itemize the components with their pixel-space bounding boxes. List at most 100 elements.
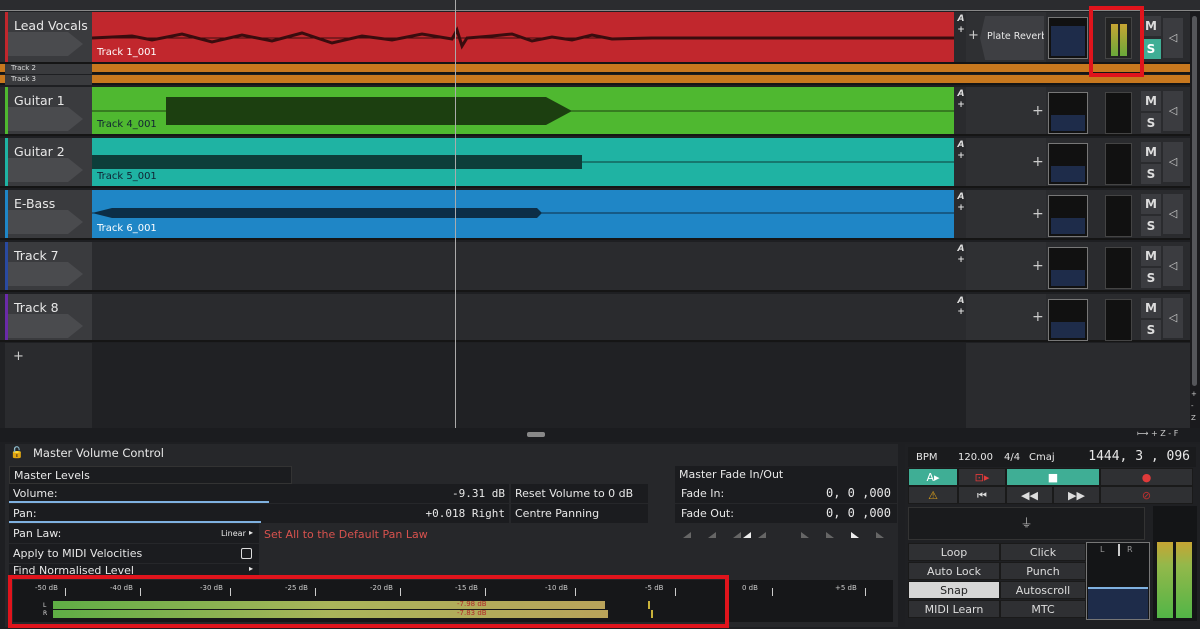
zoom-in-button[interactable]: +: [1191, 390, 1197, 398]
punch-record-icon[interactable]: ⊘: [1100, 486, 1193, 504]
zoom-controls[interactable]: ⟼ + Z - F: [1137, 429, 1178, 438]
fade-out-value[interactable]: 0, 0 ,000: [826, 506, 891, 520]
play-automation-button[interactable]: A▸: [908, 468, 958, 486]
zoom-plus-button[interactable]: +: [1151, 429, 1158, 438]
position-display[interactable]: 1444, 3 , 096: [1088, 449, 1190, 464]
transport-option-autoscroll[interactable]: Autoscroll: [1000, 581, 1086, 599]
speaker-icon[interactable]: ◁: [1163, 91, 1183, 131]
apply-midi-row[interactable]: Apply to MIDI Velocities: [9, 544, 259, 563]
apply-midi-checkbox[interactable]: [241, 548, 252, 559]
solo-button[interactable]: S: [1141, 164, 1161, 184]
solo-button[interactable]: S: [1141, 39, 1161, 59]
volume-row[interactable]: Volume: -9.31 dB: [9, 484, 509, 503]
audio-clip[interactable]: Track 5_001: [92, 138, 954, 186]
add-track-button[interactable]: +: [13, 349, 24, 364]
plugin-slot[interactable]: Plate Reverb: [980, 16, 1044, 60]
track-e-bass[interactable]: E-Bass Track 6_001 A + + M S ◁: [0, 190, 1190, 240]
bpm-value[interactable]: 120.00: [958, 452, 993, 463]
zoom-out-button[interactable]: -: [1191, 402, 1194, 410]
track-7[interactable]: Track 7 A + + M S ◁: [0, 242, 1190, 292]
stop-button[interactable]: ■: [1006, 468, 1100, 486]
mute-button[interactable]: M: [1141, 142, 1161, 162]
speaker-icon[interactable]: ◁: [1163, 194, 1183, 234]
transport-option-auto-lock[interactable]: Auto Lock: [908, 562, 1000, 580]
add-plugin-button[interactable]: +: [1032, 258, 1044, 274]
zoom-minus-button[interactable]: -: [1168, 429, 1171, 438]
reset-volume-button[interactable]: Reset Volume to 0 dB: [511, 484, 648, 503]
audio-clip[interactable]: Track 6_001: [92, 190, 954, 238]
transport-option-punch[interactable]: Punch: [1000, 562, 1086, 580]
add-plugin-button[interactable]: +: [1032, 103, 1044, 119]
track-name[interactable]: Guitar 2: [14, 144, 65, 159]
audio-clip[interactable]: Track 4_001: [92, 87, 954, 134]
volume-fader[interactable]: [1048, 195, 1088, 237]
speaker-icon[interactable]: ◁: [1163, 246, 1183, 286]
zoom-z-button[interactable]: Z: [1191, 414, 1196, 422]
zoom-z-label[interactable]: Z: [1160, 429, 1165, 438]
rewind-button[interactable]: ◀◀: [1006, 486, 1053, 504]
playhead[interactable]: [455, 0, 456, 428]
vertical-scrollbar[interactable]: + - Z: [1190, 12, 1200, 428]
add-plugin-button[interactable]: +: [1032, 206, 1044, 222]
find-normalised-row[interactable]: Find Normalised Level ▸: [9, 564, 259, 576]
speaker-icon[interactable]: ◁: [1163, 142, 1183, 182]
solo-button[interactable]: S: [1141, 216, 1161, 236]
plugin-connect-icon[interactable]: ⏚: [908, 507, 1145, 540]
record-button[interactable]: ●: [1100, 468, 1193, 486]
centre-panning-button[interactable]: Centre Panning: [511, 504, 648, 523]
audio-clip[interactable]: Track 1_001: [92, 12, 954, 62]
add-plugin-button[interactable]: +: [968, 28, 979, 43]
mute-button[interactable]: M: [1141, 246, 1161, 266]
track-header[interactable]: Lead Vocals: [5, 12, 92, 62]
fade-in-value[interactable]: 0, 0 ,000: [826, 486, 891, 500]
fast-forward-button[interactable]: ▶▶: [1053, 486, 1100, 504]
mute-button[interactable]: M: [1141, 194, 1161, 214]
track-header[interactable]: Track 7: [5, 242, 92, 290]
track-name[interactable]: Guitar 1: [14, 93, 65, 108]
volume-fader[interactable]: [1048, 92, 1088, 134]
track-name[interactable]: Track 7: [14, 248, 59, 263]
track-guitar-2[interactable]: Guitar 2 Track 5_001 A + + M S ◁: [0, 138, 1190, 188]
time-signature[interactable]: 4/4: [1004, 452, 1020, 463]
speaker-icon[interactable]: ◁: [1163, 18, 1183, 58]
warning-icon[interactable]: ⚠: [908, 486, 958, 504]
add-plugin-button[interactable]: +: [1032, 309, 1044, 325]
panel-divider[interactable]: ⟼ + Z - F: [0, 428, 1200, 442]
zoom-f-button[interactable]: F: [1174, 429, 1179, 438]
speaker-icon[interactable]: ◁: [1163, 298, 1183, 338]
mute-button[interactable]: M: [1141, 91, 1161, 111]
mute-button[interactable]: M: [1141, 298, 1161, 318]
add-plugin-button[interactable]: +: [1032, 154, 1044, 170]
track-header[interactable]: E-Bass: [5, 190, 92, 238]
track-name[interactable]: Track 8: [14, 300, 59, 315]
volume-fader[interactable]: [1048, 299, 1088, 341]
volume-value[interactable]: -9.31 dB: [452, 487, 505, 500]
pan-law-value[interactable]: Linear: [221, 529, 246, 538]
key-signature[interactable]: Cmaj: [1029, 452, 1055, 463]
track-header[interactable]: Guitar 1: [5, 87, 92, 134]
fade-curve-selector[interactable]: [681, 528, 891, 540]
track-name[interactable]: E-Bass: [14, 196, 55, 211]
track-guitar-1[interactable]: Guitar 1 Track 4_001 A + + M S ◁: [0, 87, 1190, 136]
lock-icon[interactable]: 🔓: [10, 446, 24, 459]
pan-row[interactable]: Pan: +0.018 Right: [9, 504, 509, 523]
zoom-fit-icon[interactable]: ⟼: [1137, 429, 1148, 438]
track-lead-vocals[interactable]: Lead Vocals Track 1_001 A + + Plate Reve…: [0, 12, 1190, 64]
track-name[interactable]: Lead Vocals: [14, 18, 88, 33]
transport-option-loop[interactable]: Loop: [908, 543, 1000, 561]
solo-button[interactable]: S: [1141, 268, 1161, 288]
solo-button[interactable]: S: [1141, 113, 1161, 133]
pan-law-row[interactable]: Pan Law: Linear ▸: [9, 524, 259, 543]
transport-option-midi-learn[interactable]: MIDI Learn: [908, 600, 1000, 618]
transport-option-mtc[interactable]: MTC: [1000, 600, 1086, 618]
track-header[interactable]: Track 8: [5, 294, 92, 340]
track-8[interactable]: Track 8 A + + M S ◁: [0, 294, 1190, 342]
mute-button[interactable]: M: [1141, 16, 1161, 36]
go-to-start-button[interactable]: ⏮: [958, 486, 1006, 504]
transport-option-click[interactable]: Click: [1000, 543, 1086, 561]
volume-fader[interactable]: [1048, 247, 1088, 289]
pan-value[interactable]: +0.018 Right: [426, 507, 505, 520]
pan-slider-fill[interactable]: [9, 521, 261, 523]
transport-option-snap[interactable]: Snap: [908, 581, 1000, 599]
fade-out-row[interactable]: Fade Out: 0, 0 ,000: [675, 504, 897, 523]
